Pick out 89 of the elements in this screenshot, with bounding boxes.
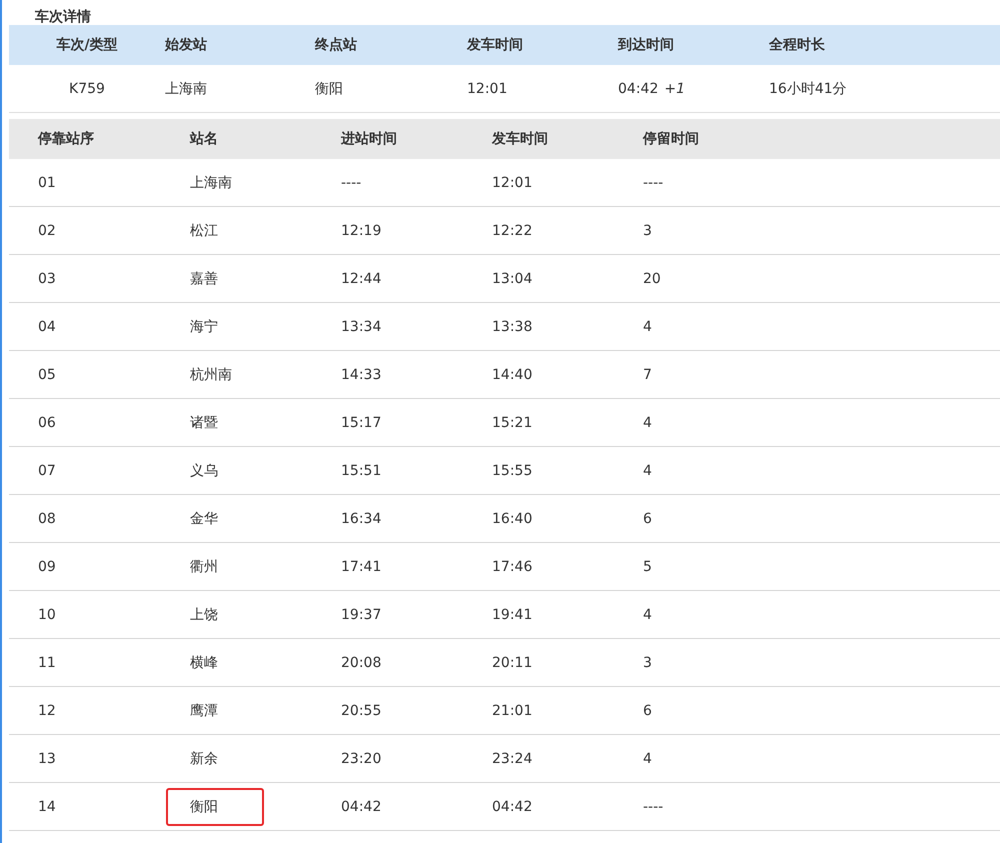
column-header: 始发站 (165, 36, 207, 54)
table-cell: 20:11 (492, 654, 532, 670)
table-cell: 上海南 (165, 80, 207, 98)
column-header: 到达时间 (618, 36, 674, 54)
table-cell: 10 (38, 606, 56, 622)
table-cell: 13:04 (492, 270, 532, 286)
table-cell: ---- (341, 174, 362, 190)
column-header: 停靠站序 (38, 130, 94, 148)
table-cell: 3 (643, 222, 652, 238)
station-name: 嘉善 (190, 270, 218, 288)
arrival-time: 04:42 (618, 80, 658, 96)
table-cell: 11 (38, 654, 56, 670)
table-cell: 09 (38, 558, 56, 574)
table-cell: 12:44 (341, 270, 382, 286)
table-cell: 3 (643, 654, 652, 670)
station-name: 松江 (190, 222, 218, 240)
station-name: 横峰 (190, 654, 218, 672)
table-cell: 15:55 (492, 462, 532, 478)
table-cell: 12:19 (341, 222, 382, 238)
column-header: 车次/类型 (55, 36, 119, 54)
table-cell: 04:42 (341, 798, 382, 814)
table-cell: 03 (38, 270, 56, 286)
table-cell: 04 (38, 318, 56, 334)
station-name: 诸暨 (190, 414, 218, 432)
table-cell: ---- (643, 174, 664, 190)
table-cell: 12:01 (492, 174, 532, 190)
table-cell: 16小时41分 (769, 80, 847, 98)
day-offset: +1 (664, 80, 685, 96)
table-cell: 01 (38, 174, 56, 190)
column-header: 发车时间 (492, 130, 548, 148)
table-cell: 7 (643, 366, 652, 382)
section-title: 车次详情 (34, 8, 92, 25)
table-cell: 20:08 (341, 654, 382, 670)
station-name: 新余 (190, 750, 218, 768)
column-header: 终点站 (315, 36, 357, 54)
table-cell: 13:38 (492, 318, 532, 334)
table-cell: 05 (38, 366, 56, 382)
table-cell: ---- (643, 798, 664, 814)
column-header: 站名 (190, 130, 218, 148)
table-cell: 21:01 (492, 702, 532, 718)
table-cell: 4 (643, 462, 652, 478)
table-cell: 19:37 (341, 606, 382, 622)
table-cell: 12:01 (467, 80, 508, 96)
table-cell: 4 (643, 606, 652, 622)
table-cell: 16:40 (492, 510, 532, 526)
station-name: 上饶 (190, 606, 218, 624)
table-cell: 14 (38, 798, 56, 814)
table-cell: 13 (38, 750, 56, 766)
table-cell: 20:55 (341, 702, 382, 718)
table-cell: 5 (643, 558, 652, 574)
table-cell: 20 (643, 270, 661, 286)
table-cell: 12:22 (492, 222, 532, 238)
table-cell: 15:21 (492, 414, 532, 430)
station-name: 衢州 (190, 558, 218, 576)
table-cell: 13:34 (341, 318, 382, 334)
table-cell: 15:51 (341, 462, 382, 478)
table-cell: 23:20 (341, 750, 382, 766)
column-header: 进站时间 (341, 130, 397, 148)
table-cell: 14:33 (341, 366, 382, 382)
table-cell: 17:41 (341, 558, 382, 574)
table-cell: 16:34 (341, 510, 382, 526)
station-name: 鹰潭 (190, 702, 218, 720)
table-cell: 衡阳 (315, 80, 343, 98)
column-header: 停留时间 (643, 130, 699, 148)
station-name: 杭州南 (190, 366, 232, 384)
table-cell: 07 (38, 462, 56, 478)
table-cell: 08 (38, 510, 56, 526)
table-cell: 6 (643, 702, 652, 718)
table-cell: 17:46 (492, 558, 532, 574)
table-cell: 23:24 (492, 750, 532, 766)
table-cell: 4 (643, 750, 652, 766)
table-cell: 19:41 (492, 606, 532, 622)
station-name: 海宁 (190, 318, 218, 336)
table-cell: 02 (38, 222, 56, 238)
table-cell: 15:17 (341, 414, 382, 430)
table-cell: 14:40 (492, 366, 532, 382)
column-header: 发车时间 (467, 36, 523, 54)
table-cell-text: K759 (68, 80, 106, 96)
table-cell: 4 (643, 414, 652, 430)
table-cell: 4 (643, 318, 652, 334)
table-cell: 12 (38, 702, 56, 718)
station-name: 上海南 (190, 174, 232, 192)
table-cell: 04:42 (492, 798, 532, 814)
station-name: 义乌 (190, 462, 218, 480)
highlighted-station-name: 衡阳 (166, 788, 264, 826)
table-cell: 06 (38, 414, 56, 430)
column-header: 全程时长 (769, 36, 825, 54)
station-name: 金华 (190, 510, 218, 528)
table-cell: 6 (643, 510, 652, 526)
